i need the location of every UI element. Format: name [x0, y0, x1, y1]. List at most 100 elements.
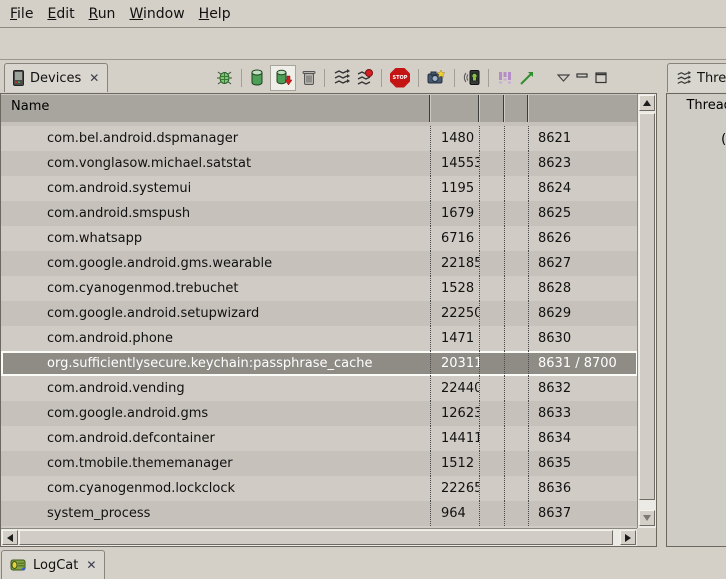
table-rows: com.bel.android.dspmanager14808621com.vo… [1, 126, 638, 526]
devices-toolbar: STOP [216, 63, 608, 92]
update-threads-icon[interactable] [333, 69, 350, 86]
scroll-up-button[interactable] [639, 95, 655, 111]
process-port: 8636 [528, 476, 638, 501]
horizontal-scroll-thumb[interactable] [19, 530, 613, 545]
process-port: 8632 [528, 376, 638, 401]
empty-cell [504, 476, 528, 501]
menu-bar: File Edit Run Window Help [0, 0, 726, 28]
threads-message-line1: Thread updates not enabled for selected … [669, 97, 726, 131]
scroll-left-button[interactable] [2, 530, 18, 545]
table-row[interactable]: com.google.android.gms126238633 [1, 401, 638, 426]
empty-cell [479, 226, 504, 251]
table-row[interactable]: com.tmobile.thememanager15128635 [1, 451, 638, 476]
ddms-window: File Edit Run Window Help Devices ✕ [0, 0, 726, 577]
empty-cell [504, 251, 528, 276]
process-port: 8621 [528, 126, 638, 151]
start-method-profiling-icon[interactable] [356, 69, 373, 86]
process-name: com.cyanogenmod.lockclock [1, 476, 430, 501]
stop-process-icon[interactable]: STOP [390, 68, 410, 88]
empty-cell [504, 351, 528, 376]
scroll-down-button[interactable] [639, 510, 655, 526]
scrollbar-corner [637, 528, 656, 546]
empty-cell [504, 301, 528, 326]
empty-cell [479, 251, 504, 276]
close-icon[interactable]: ✕ [89, 71, 99, 85]
table-row[interactable]: com.android.phone14718630 [1, 326, 638, 351]
process-port: 8626 [528, 226, 638, 251]
table-row[interactable]: com.android.defcontainer144118634 [1, 426, 638, 451]
toolbar-separator [488, 69, 489, 87]
empty-cell [504, 401, 528, 426]
table-row[interactable]: com.cyanogenmod.trebuchet15288628 [1, 276, 638, 301]
table-row[interactable]: com.android.vending224408632 [1, 376, 638, 401]
menu-help[interactable]: Help [199, 6, 231, 22]
table-header[interactable]: Name [1, 94, 656, 123]
process-name: com.bel.android.dspmanager [1, 126, 430, 151]
process-port: 8623 [528, 151, 638, 176]
empty-cell [504, 276, 528, 301]
column-separator[interactable] [478, 95, 480, 123]
table-row[interactable]: com.whatsapp67168626 [1, 226, 638, 251]
debug-process-icon[interactable] [216, 69, 233, 86]
tab-threads[interactable]: Threads [667, 63, 726, 92]
process-port: 8624 [528, 176, 638, 201]
update-heap-icon[interactable] [250, 69, 264, 86]
menu-run[interactable]: Run [89, 6, 116, 22]
empty-cell [479, 426, 504, 451]
process-port: 8631 / 8700 [528, 351, 638, 376]
empty-cell [504, 126, 528, 151]
process-pid: 20311 [430, 351, 479, 376]
empty-cell [479, 351, 504, 376]
minimize-icon[interactable] [576, 72, 589, 83]
menu-file[interactable]: File [10, 6, 33, 22]
devices-table: Name com.bel.android.dspmanager14808621c… [0, 93, 657, 547]
process-pid: 1480 [430, 126, 479, 151]
table-row[interactable]: org.sufficientlysecure.keychain:passphra… [1, 351, 638, 376]
vertical-scroll-thumb[interactable] [639, 113, 655, 500]
maximize-icon[interactable] [595, 72, 608, 84]
main-toolbar [0, 29, 726, 60]
screen-capture-icon[interactable] [427, 69, 446, 86]
process-port: 8634 [528, 426, 638, 451]
vertical-scrollbar[interactable] [637, 94, 656, 528]
column-header-name[interactable]: Name [11, 99, 49, 114]
horizontal-scrollbar[interactable] [1, 528, 637, 546]
threads-panel: Thread updates not enabled for selected … [666, 93, 726, 547]
table-row[interactable]: com.bel.android.dspmanager1480 8621 [1, 126, 638, 151]
table-row[interactable]: com.google.android.gms.wearable221858627 [1, 251, 638, 276]
column-separator[interactable] [429, 95, 431, 123]
tab-devices[interactable]: Devices ✕ [4, 63, 108, 92]
cause-gc-trash-icon[interactable] [302, 69, 316, 86]
table-row[interactable]: com.cyanogenmod.lockclock222658636 [1, 476, 638, 501]
systrace-icon[interactable] [497, 69, 513, 86]
process-pid: 1512 [430, 451, 479, 476]
menu-edit[interactable]: Edit [47, 6, 74, 22]
empty-cell [479, 326, 504, 351]
dump-hprof-icon[interactable] [270, 65, 296, 91]
column-separator[interactable] [503, 95, 505, 123]
tab-logcat[interactable]: LogCat ✕ [1, 550, 105, 579]
toolbar-separator [324, 69, 325, 87]
close-icon[interactable]: ✕ [86, 558, 96, 572]
table-row[interactable]: com.vonglasow.michael.satstat145538623 [1, 151, 638, 176]
screen-record-icon[interactable] [463, 69, 480, 86]
empty-cell [504, 451, 528, 476]
empty-cell [479, 376, 504, 401]
empty-cell [504, 226, 528, 251]
view-menu-icon[interactable] [557, 74, 570, 82]
table-row[interactable]: com.android.smspush16798625 [1, 201, 638, 226]
opengl-trace-icon[interactable] [519, 70, 535, 86]
menu-window[interactable]: Window [129, 6, 184, 22]
scroll-right-button[interactable] [620, 530, 636, 545]
process-name: com.vonglasow.michael.satstat [1, 151, 430, 176]
process-pid: 6716 [430, 226, 479, 251]
column-separator[interactable] [527, 95, 529, 123]
table-row[interactable]: system_process9648637 [1, 501, 638, 526]
table-row[interactable]: com.android.systemui11958624 [1, 176, 638, 201]
process-pid: 22185 [430, 251, 479, 276]
process-name: com.google.android.gms.wearable [1, 251, 430, 276]
table-row[interactable]: com.google.android.setupwizard222508629 [1, 301, 638, 326]
empty-cell [504, 501, 528, 526]
process-pid: 22440 [430, 376, 479, 401]
process-port: 8625 [528, 201, 638, 226]
